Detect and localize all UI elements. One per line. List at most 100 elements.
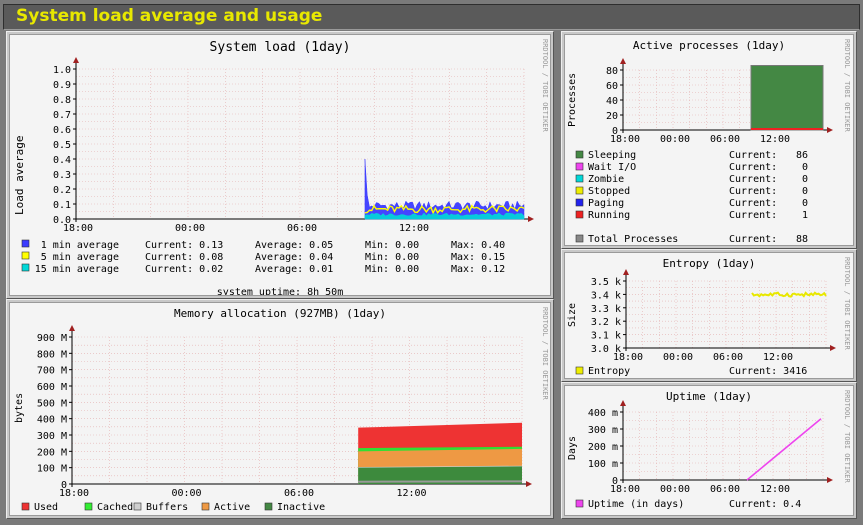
load-ytick-label: 0.3 — [53, 170, 71, 181]
load-ytick-label: 0.8 — [53, 95, 71, 106]
up-xtick-label: 00:00 — [660, 484, 690, 495]
memory-legend-label: Used — [34, 502, 58, 513]
memory-panel: Memory allocation (927MB) (1day) RRDTOOL… — [6, 299, 554, 519]
ent-ytick-label: 3.3 k — [591, 304, 621, 315]
processes-legend-value: 0 — [802, 174, 808, 185]
up-ytick-label: 100 m — [588, 459, 618, 470]
processes-legend-value: 0 — [802, 162, 808, 173]
uptime-ylabel: Days — [567, 436, 578, 460]
processes-total-swatch — [575, 234, 584, 243]
memory-legend-label: Active — [214, 502, 250, 513]
proc-xtick-label: 12:00 — [760, 134, 790, 145]
mem-xtick-label: 12:00 — [396, 488, 426, 499]
uptime-chart-title: Uptime (1day) — [666, 390, 752, 403]
processes-graph: Active processes (1day) RRDTOOL / TOBI O… — [564, 34, 854, 246]
memory-ylabel: bytes — [14, 393, 25, 423]
memory-side-credit: RRDTOOL / TOBI OETIKER — [541, 307, 549, 401]
memory-legend-swatch — [201, 502, 210, 511]
processes-legend-label: Running — [588, 210, 630, 221]
processes-total-value: 88 — [796, 234, 808, 245]
proc-xtick-label: 18:00 — [610, 134, 640, 145]
ent-xtick-label: 18:00 — [613, 352, 643, 363]
load-legend-average: Average: 0.04 — [255, 252, 333, 263]
uptime-chart: Uptime (1day) RRDTOOL / TOBI OETIKER Day… — [567, 390, 851, 510]
load-chart: System load (1day) RRDTOOL / TOBI OETIKE… — [13, 39, 549, 298]
memory-legend-swatch — [264, 502, 273, 511]
up-ytick-label: 200 m — [588, 442, 618, 453]
processes-legend-current: Current: — [729, 162, 777, 173]
load-legend-min: Min: 0.00 — [365, 264, 419, 275]
up-xtick-label: 06:00 — [710, 484, 740, 495]
memory-legend-swatch — [84, 502, 93, 511]
load-xtick-label: 06:00 — [287, 223, 317, 234]
page-title: System load average and usage — [16, 6, 323, 26]
load-legend-label: 5 min average — [41, 252, 119, 263]
processes-legend-label: Paging — [588, 198, 624, 209]
mem-ytick-label: 200 M — [37, 447, 67, 458]
load-panel: System load (1day) RRDTOOL / TOBI OETIKE… — [6, 31, 554, 299]
processes-legend-swatch — [575, 150, 584, 159]
load-legend-swatch — [21, 251, 30, 260]
load-ytick-label: 0.5 — [53, 140, 71, 151]
mem-y-arrow — [69, 325, 75, 331]
proc-xtick-label: 00:00 — [660, 134, 690, 145]
processes-legend-label: Wait I/O — [588, 162, 636, 173]
load-legend-swatch — [21, 239, 30, 248]
load-chart-title: System load (1day) — [210, 40, 351, 55]
up-x-arrow — [827, 477, 833, 483]
mem-xtick-label: 18:00 — [59, 488, 89, 499]
entropy-legend-label: Entropy — [588, 366, 630, 377]
load-ytick-label: 0.7 — [53, 110, 71, 121]
mem-xtick-label: 06:00 — [284, 488, 314, 499]
load-x-arrow — [528, 216, 534, 222]
load-legend-current: Current: 0.02 — [145, 264, 223, 275]
uptime-line — [746, 418, 822, 481]
load-y-arrow — [73, 57, 79, 63]
ent-xtick-label: 06:00 — [713, 352, 743, 363]
mem-x-arrow — [526, 481, 532, 487]
proc-x-arrow — [827, 127, 833, 133]
load-legend-max: Max: 0.12 — [451, 264, 505, 275]
entropy-line — [751, 291, 827, 298]
entropy-legend-swatch — [575, 366, 584, 375]
proc-ytick-label: 20 — [606, 111, 618, 122]
ent-xtick-label: 12:00 — [763, 352, 793, 363]
processes-ylabel: Processes — [567, 73, 578, 127]
load-legend-max: Max: 0.40 — [451, 240, 505, 251]
processes-legend-value: 0 — [802, 198, 808, 209]
memory-graph: Memory allocation (927MB) (1day) RRDTOOL… — [9, 302, 551, 516]
proc-y-arrow — [620, 58, 626, 64]
processes-legend-current: Current: — [729, 150, 777, 161]
ent-ytick-label: 3.2 k — [591, 317, 621, 328]
uptime-legend-current: Current: 0.4 — [729, 499, 801, 510]
load-legend-current: Current: 0.13 — [145, 240, 223, 251]
load-ylabel: Load average — [13, 136, 26, 215]
processes-panel: Active processes (1day) RRDTOOL / TOBI O… — [561, 31, 857, 249]
processes-legend-value: 0 — [802, 186, 808, 197]
mem-ytick-label: 800 M — [37, 349, 67, 360]
processes-legend-current: Current: — [729, 186, 777, 197]
load-legend-average: Average: 0.01 — [255, 264, 333, 275]
load-legend-min: Min: 0.00 — [365, 252, 419, 263]
up-xtick-label: 18:00 — [610, 484, 640, 495]
proc-ytick-label: 60 — [606, 81, 618, 92]
memory-legend-label: Buffers — [146, 502, 188, 513]
load-ytick-label: 0.6 — [53, 125, 71, 136]
load-ytick-label: 0.1 — [53, 200, 71, 211]
processes-legend-swatch — [575, 162, 584, 171]
memory-legend-swatch — [133, 502, 142, 511]
mem-ytick-label: 300 M — [37, 431, 67, 442]
system-uptime-text: system uptime: 8h 50m — [217, 287, 343, 295]
mem-xtick-label: 00:00 — [171, 488, 201, 499]
ent-ytick-label: 3.5 k — [591, 277, 621, 288]
load-ytick-label: 0.2 — [53, 185, 71, 196]
proc-ytick-label: 40 — [606, 96, 618, 107]
processes-chart-title: Active processes (1day) — [633, 39, 785, 52]
load-xtick-label: 18:00 — [63, 223, 93, 234]
entropy-ylabel: Size — [567, 303, 578, 327]
uptime-graph: Uptime (1day) RRDTOOL / TOBI OETIKER Day… — [564, 385, 854, 516]
load-legend-max: Max: 0.15 — [451, 252, 505, 263]
page-title-bar: System load average and usage — [3, 4, 860, 30]
mem-ytick-label: 500 M — [37, 398, 67, 409]
ent-y-arrow — [623, 269, 629, 275]
